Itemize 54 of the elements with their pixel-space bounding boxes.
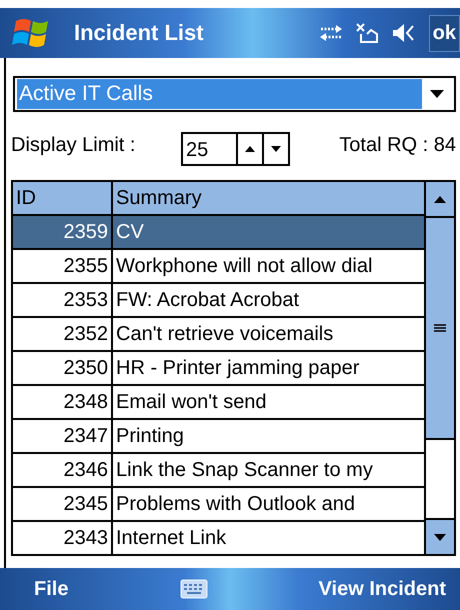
table-cell-text: 2343 [62, 526, 109, 551]
table-cell-text: 2353 [62, 288, 109, 313]
display-limit-label: Display Limit : [11, 134, 136, 156]
limit-value: 25 [185, 138, 210, 163]
table-cell: HR - Printer jamming paper [111, 352, 424, 384]
table-cell: FW: Acrobat Acrobat [111, 284, 424, 316]
up-arrow-icon [434, 196, 446, 202]
table-cell: Link the Snap Scanner to my [111, 454, 424, 486]
limit-spinner[interactable]: 25 [181, 132, 290, 166]
table-row[interactable]: 2350 HR - Printer jamming paper [13, 352, 424, 386]
column-header[interactable]: ID [13, 182, 111, 214]
keyboard-icon[interactable] [180, 579, 208, 599]
table-cell-text: 2355 [62, 254, 109, 279]
table-cell: Email won't send [111, 386, 424, 418]
table-row[interactable]: 2347 Printing [13, 420, 424, 454]
up-arrow-icon [245, 146, 255, 152]
table-row[interactable]: 2355 Workphone will not allow dial [13, 250, 424, 284]
table-cell: Problems with Outlook and [111, 488, 424, 520]
table-row[interactable]: 2346 Link the Snap Scanner to my [13, 454, 424, 488]
table-cell: Printing [111, 420, 424, 452]
table-cell-text: 2359 [62, 220, 109, 245]
window-title: Incident List [74, 20, 205, 46]
table-row[interactable]: 2353 FW: Acrobat Acrobat [13, 284, 424, 318]
table-cell-text: 2347 [62, 424, 109, 449]
table-row[interactable]: 2352 Can't retrieve voicemails [13, 318, 424, 352]
caret-icon [430, 90, 444, 98]
table-cell-text: 2350 [62, 356, 109, 381]
table-cell-text: 2345 [62, 492, 109, 517]
table-row[interactable]: 2348 Email won't send [13, 386, 424, 420]
view-incident-menu[interactable]: View Incident [314, 574, 450, 604]
dropdown-value: Active IT Calls [17, 79, 422, 109]
scrollbar[interactable] [424, 182, 454, 554]
table-row[interactable]: 2359 CV [13, 216, 424, 250]
total-count: Total RQ : 84 [339, 134, 456, 156]
down-arrow-icon [434, 534, 446, 540]
table-cell: Internet Link [111, 522, 424, 554]
table-cell: Can't retrieve voicemails [111, 318, 424, 350]
filter-dropdown[interactable]: Active IT Calls [13, 76, 456, 112]
table-cell: CV [111, 216, 424, 248]
scroll-up-button[interactable] [426, 182, 454, 218]
table-row[interactable]: 2345 Problems with Outlook and [13, 488, 424, 522]
ok-button[interactable]: ok [428, 14, 460, 52]
column-header[interactable]: Summary [111, 182, 424, 214]
scroll-thumb[interactable] [426, 218, 454, 440]
table-cell-text: 2348 [62, 390, 109, 415]
signal-off-icon[interactable] [354, 22, 379, 44]
file-menu[interactable]: File [30, 574, 72, 604]
connectivity-icon[interactable] [318, 23, 343, 43]
down-arrow-icon [271, 146, 281, 152]
table-cell-text: 2346 [62, 458, 109, 483]
table-cell-text: 2352 [62, 322, 109, 347]
scroll-down-button[interactable] [426, 518, 454, 554]
grip-icon [434, 324, 446, 332]
table-cell: Workphone will not allow dial [111, 250, 424, 282]
